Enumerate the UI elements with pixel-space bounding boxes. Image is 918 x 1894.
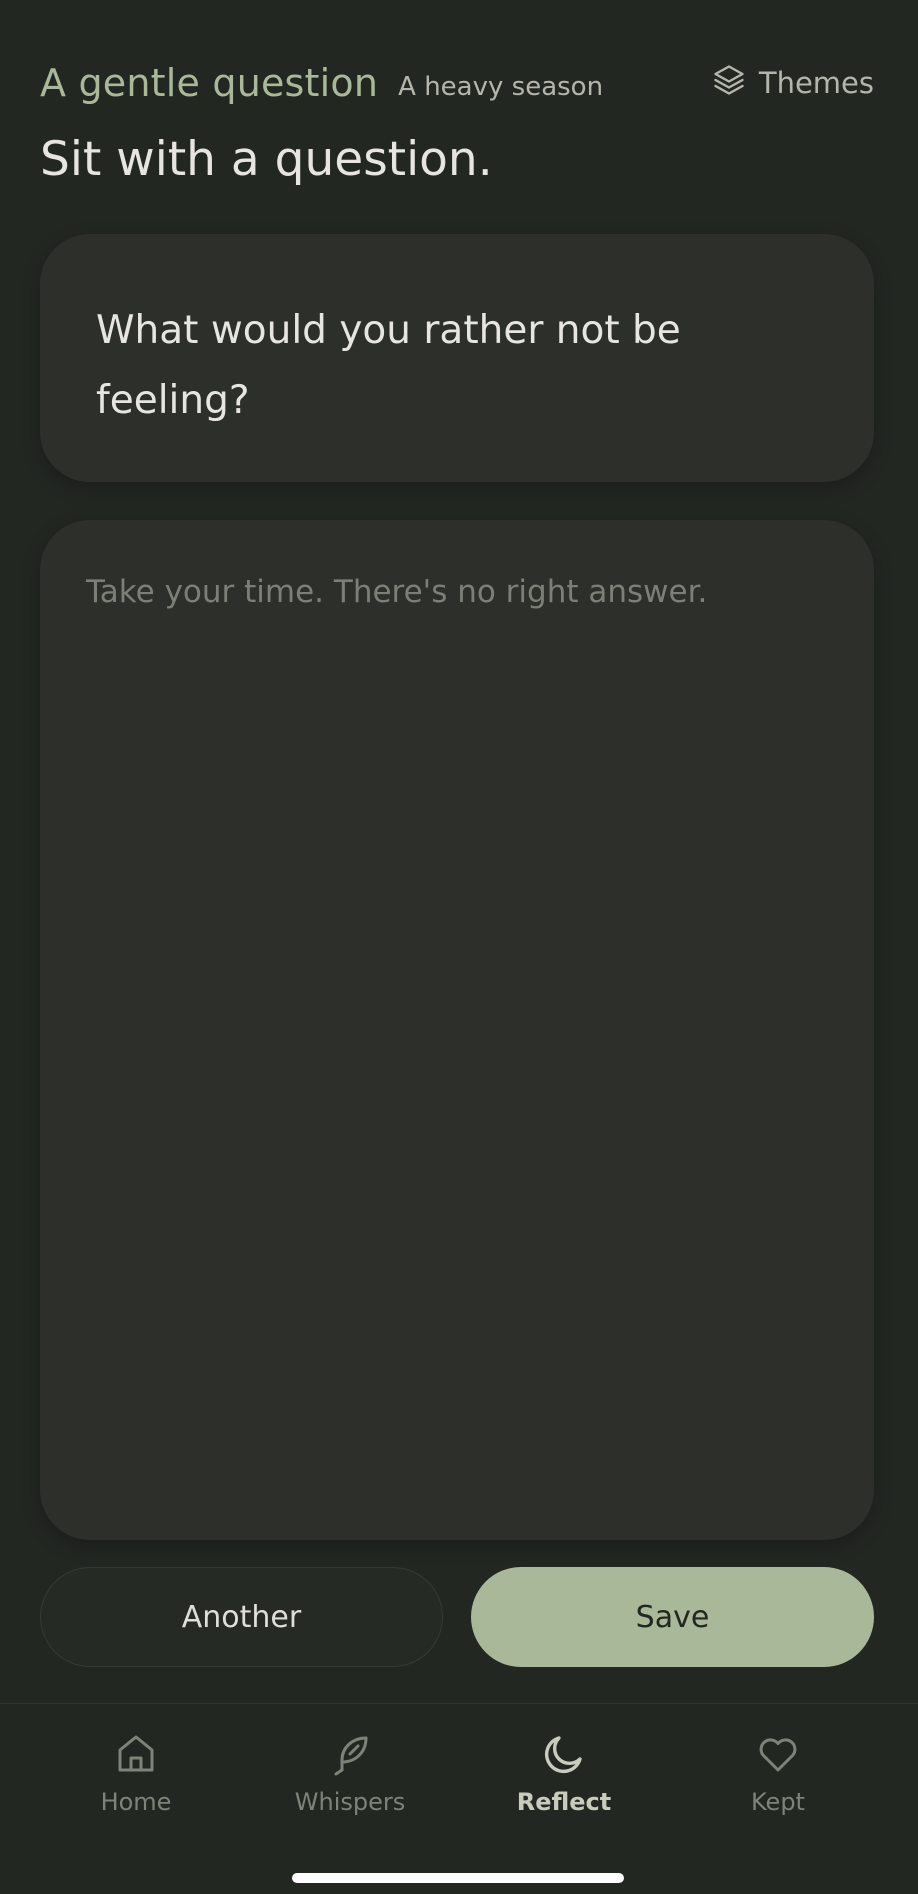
nav-item-reflect[interactable]: Reflect xyxy=(474,1730,654,1816)
nav-label-whispers: Whispers xyxy=(294,1788,406,1816)
header-title: A gentle question xyxy=(40,61,379,105)
moon-icon xyxy=(540,1730,588,1778)
another-button[interactable]: Another xyxy=(40,1567,443,1667)
page-heading: Sit with a question. xyxy=(40,132,493,187)
feather-icon xyxy=(326,1730,374,1778)
nav-item-kept[interactable]: Kept xyxy=(688,1730,868,1816)
question-text: What would you rather not be feeling? xyxy=(96,308,681,423)
themes-label: Themes xyxy=(758,66,874,100)
answer-card xyxy=(40,520,874,1540)
answer-input[interactable] xyxy=(40,520,874,1540)
reflect-screen: A gentle question A heavy season Themes … xyxy=(0,0,918,1894)
home-icon xyxy=(112,1730,160,1778)
nav-label-reflect: Reflect xyxy=(516,1788,612,1816)
header: A gentle question A heavy season Themes xyxy=(40,58,874,108)
question-card: What would you rather not be feeling? xyxy=(40,234,874,482)
heart-icon xyxy=(754,1730,802,1778)
nav-item-home[interactable]: Home xyxy=(46,1730,226,1816)
nav-label-home: Home xyxy=(100,1788,172,1816)
layers-icon xyxy=(711,62,747,105)
home-indicator xyxy=(292,1873,624,1883)
save-button[interactable]: Save xyxy=(471,1567,874,1667)
bottom-nav: Home Whispers Reflect Kept xyxy=(0,1703,918,1894)
season-label: A heavy season xyxy=(398,72,604,102)
nav-label-kept: Kept xyxy=(751,1788,805,1816)
nav-item-whispers[interactable]: Whispers xyxy=(260,1730,440,1816)
themes-button[interactable]: Themes xyxy=(711,62,874,105)
